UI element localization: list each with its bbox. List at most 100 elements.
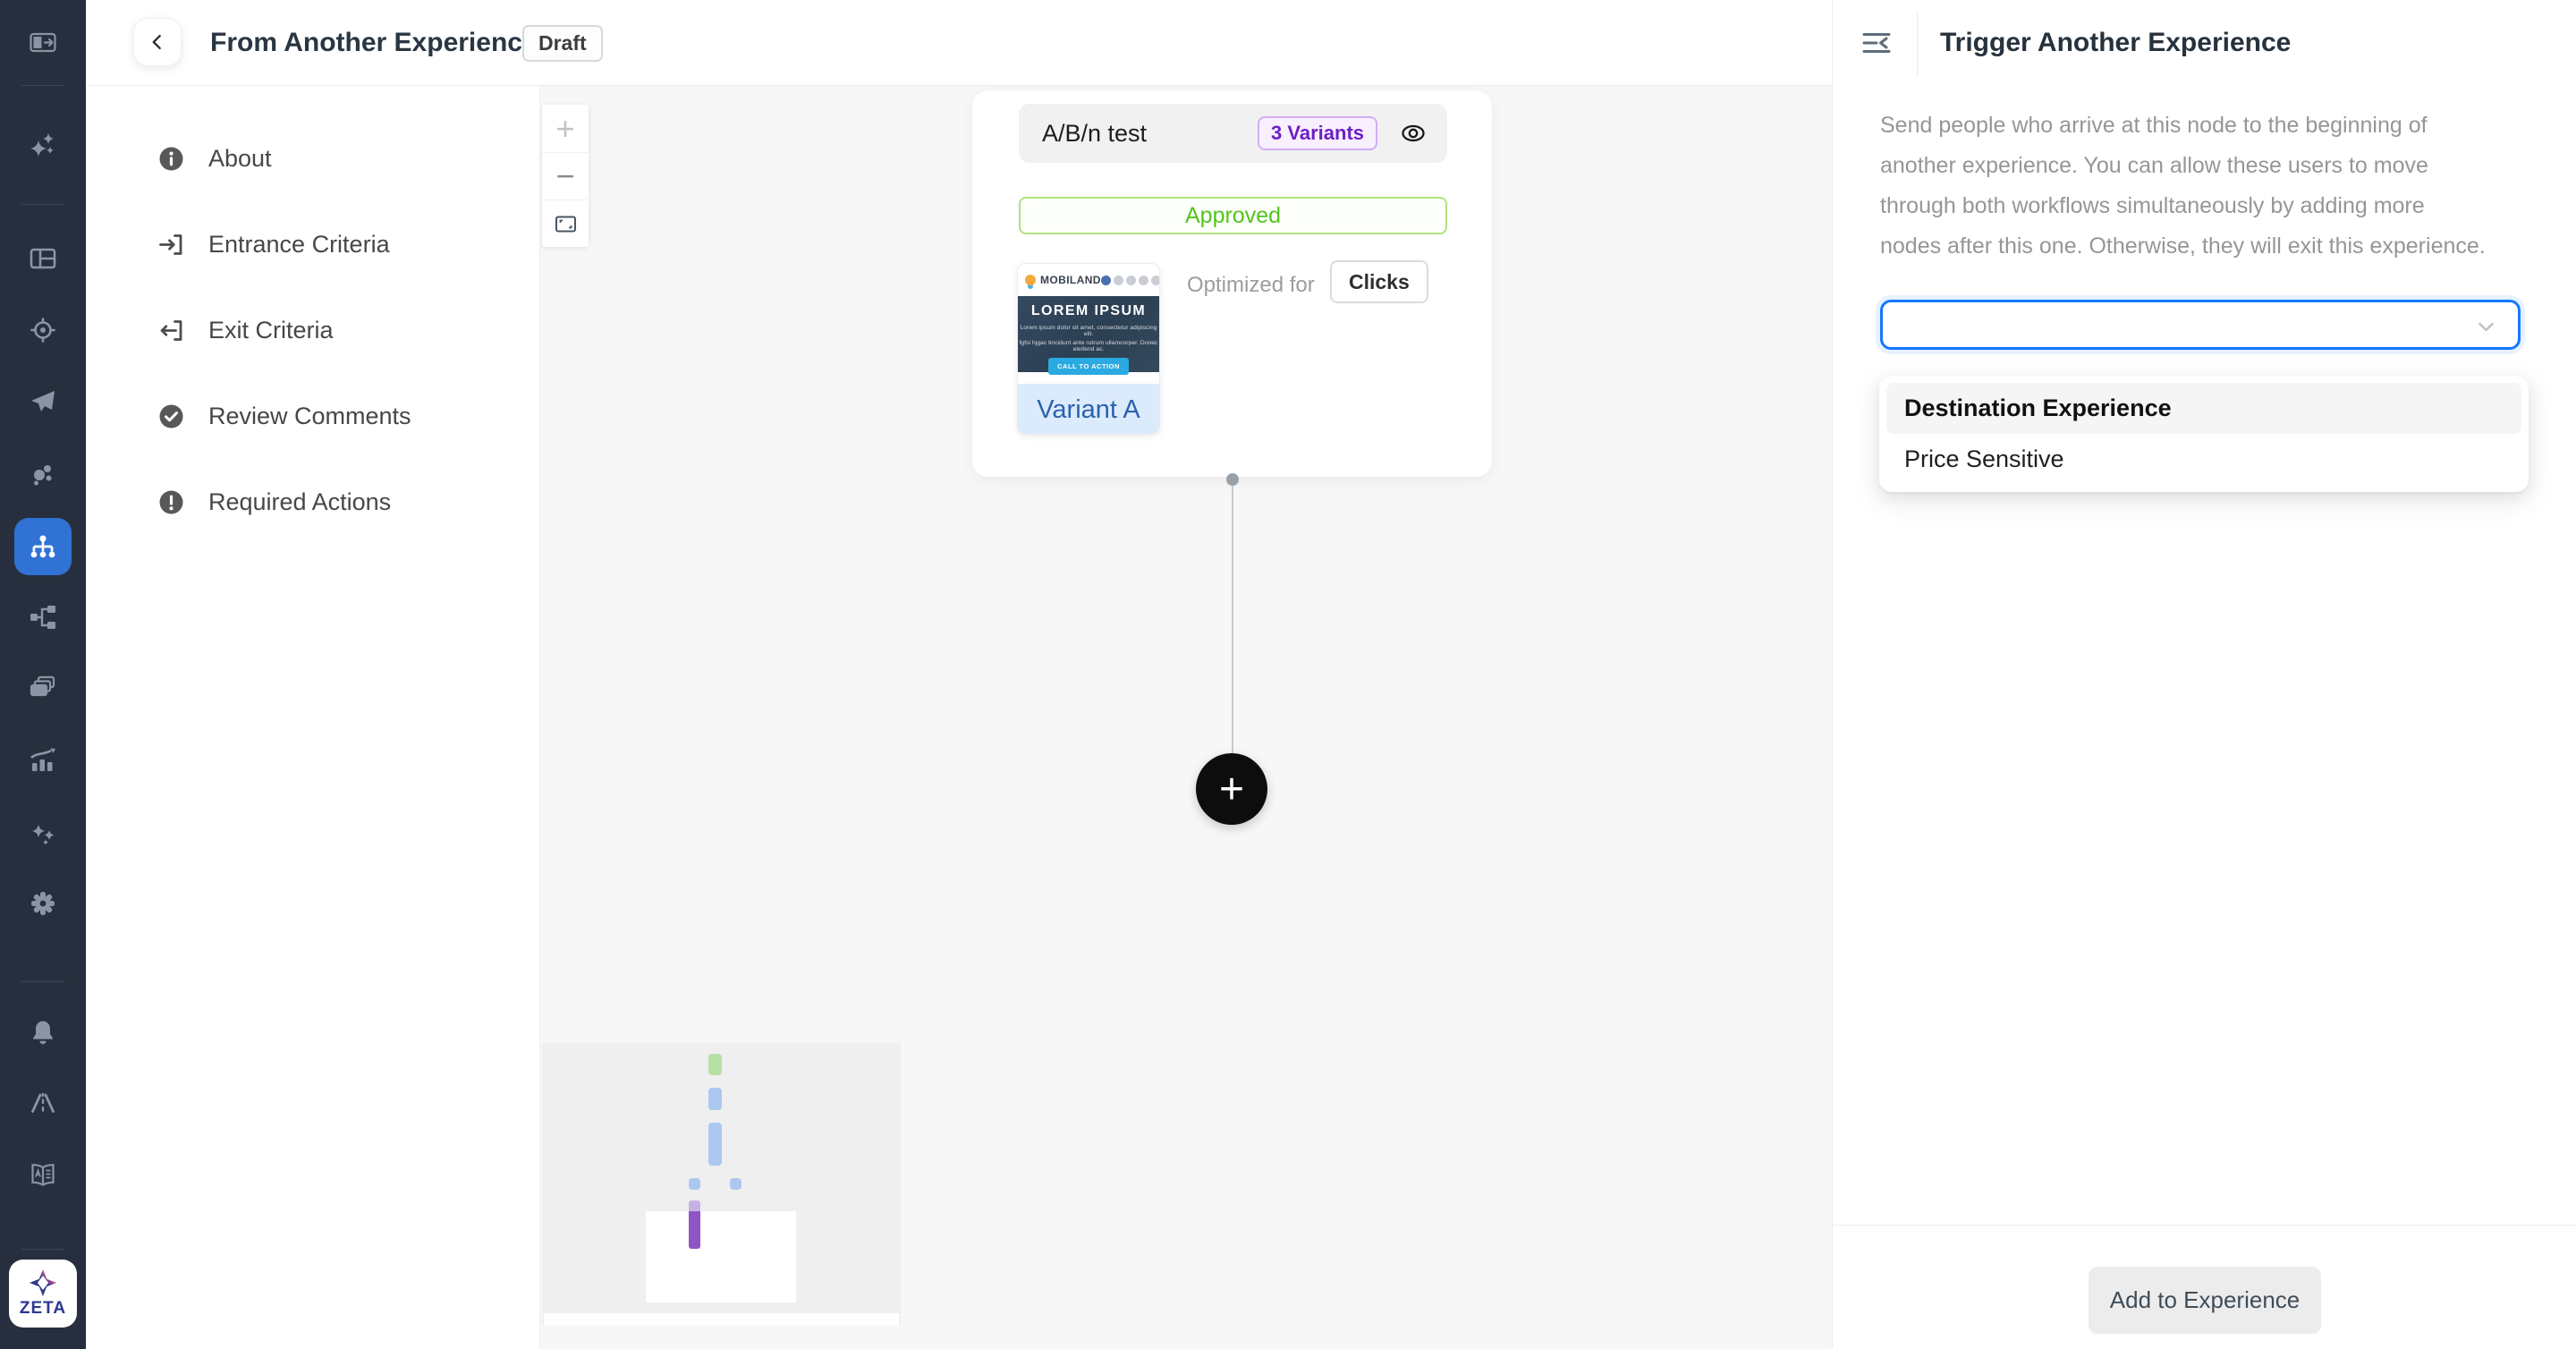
abn-test-node-card[interactable]: A/B/n test 3 Variants Approved MOBILAND <box>972 90 1492 477</box>
fit-view-button[interactable] <box>542 199 589 247</box>
growth-chart-icon[interactable] <box>28 745 58 776</box>
social-icons <box>1101 276 1160 285</box>
sidebar-item-experiences-active[interactable] <box>14 518 72 575</box>
docs-book-icon[interactable] <box>28 1159 58 1190</box>
sparkles-tools-icon[interactable] <box>28 818 58 848</box>
minimap-node-entrance <box>708 1054 722 1075</box>
optimized-for-label: Optimized for <box>1187 273 1315 298</box>
connector-handle[interactable] <box>1226 473 1239 486</box>
minimap-node <box>689 1178 700 1190</box>
dashboard-icon[interactable] <box>28 243 58 274</box>
facebook-icon <box>1101 276 1111 285</box>
footer-divider <box>1833 1225 2576 1226</box>
nav-item-exit-criteria[interactable]: Exit Criteria <box>86 301 539 359</box>
nav-item-label: Review Comments <box>208 403 411 430</box>
approved-status-button[interactable]: Approved <box>1019 197 1447 234</box>
x-icon <box>1114 276 1123 285</box>
nav-item-about[interactable]: About <box>86 130 539 187</box>
mobiland-logo-icon <box>1025 275 1036 285</box>
email-brand-name: MOBILAND <box>1040 274 1101 286</box>
experience-dropdown-menu: Destination Experience Price Sensitive <box>1879 376 2529 492</box>
email-body-line: Lorem ipsum dolor sit amet, consectetur … <box>1018 325 1159 337</box>
email-cta-button: CALL TO ACTION <box>1048 358 1129 375</box>
sidebar-divider <box>21 981 64 982</box>
zeta-logo[interactable]: ZETA <box>9 1260 77 1328</box>
email-header: MOBILAND <box>1018 264 1159 296</box>
nav-item-label: Required Actions <box>208 488 391 516</box>
optimized-for-value-button[interactable]: Clicks <box>1330 260 1428 303</box>
app-sidebar: ZETA <box>0 0 86 1349</box>
pinterest-icon <box>1139 276 1148 285</box>
zoom-in-button[interactable]: + <box>542 105 589 152</box>
sidebar-divider <box>21 204 64 205</box>
node-header: A/B/n test 3 Variants <box>1019 104 1447 163</box>
top-header: From Another Experience Draft <box>86 0 1832 86</box>
menu-fold-icon[interactable] <box>1860 26 1894 60</box>
entrance-arrow-icon <box>157 231 185 259</box>
split-flow-icon[interactable] <box>28 602 58 632</box>
nav-item-entrance-criteria[interactable]: Entrance Criteria <box>86 216 539 273</box>
check-circle-icon <box>157 403 185 430</box>
nav-item-label: Entrance Criteria <box>208 231 390 259</box>
nav-item-label: Exit Criteria <box>208 317 334 344</box>
fit-view-icon <box>554 212 578 236</box>
minimap-node <box>708 1123 722 1166</box>
status-badge: Draft <box>522 25 603 62</box>
option-destination-experience[interactable]: Destination Experience <box>1886 383 2521 434</box>
minimap-edge <box>544 1313 899 1325</box>
experience-nav-panel: About Entrance Criteria Exit Criteria Re… <box>86 86 540 1349</box>
email-hero: LOREM IPSUM Lorem ipsum dolor sit amet, … <box>1018 296 1159 372</box>
back-button[interactable] <box>133 18 182 66</box>
audience-cluster-icon[interactable] <box>28 458 58 488</box>
minimap-node <box>730 1178 741 1190</box>
googleplus-icon <box>1126 276 1136 285</box>
cards-stack-icon[interactable] <box>28 673 58 703</box>
canvas-minimap[interactable] <box>542 1043 901 1325</box>
experience-sitemap-icon <box>26 530 60 564</box>
add-node-button[interactable]: + <box>1196 753 1267 825</box>
panel-description: Send people who arrive at this node to t… <box>1880 106 2487 267</box>
eye-icon[interactable] <box>1399 119 1428 148</box>
exclamation-circle-icon <box>157 488 185 516</box>
road-icon[interactable] <box>28 1088 58 1118</box>
connector-line <box>1232 486 1233 753</box>
header-divider <box>1917 11 1918 75</box>
page-title: From Another Experience <box>210 0 538 86</box>
sidebar-divider <box>21 1249 64 1250</box>
sidebar-divider <box>21 85 64 86</box>
experience-select[interactable] <box>1880 300 2521 350</box>
sparkles-icon[interactable] <box>28 130 58 160</box>
variants-badge: 3 Variants <box>1258 116 1377 150</box>
trigger-experience-panel: Trigger Another Experience Send people w… <box>1832 0 2576 1349</box>
nav-item-review-comments[interactable]: Review Comments <box>86 387 539 445</box>
variant-a-email-preview[interactable]: MOBILAND LOREM IPSUM Lorem ipsum dolor s… <box>1017 263 1160 435</box>
node-title: A/B/n test <box>1042 120 1258 148</box>
target-icon[interactable] <box>28 315 58 345</box>
exit-arrow-icon <box>157 317 185 344</box>
journey-canvas[interactable]: + − A/B/n test 3 Variants Approved MOBIL… <box>540 86 1832 1349</box>
nav-item-required-actions[interactable]: Required Actions <box>86 473 539 530</box>
zoom-controls: + − <box>542 105 589 247</box>
email-heading: LOREM IPSUM <box>1018 303 1159 319</box>
email-brand: MOBILAND <box>1025 274 1101 286</box>
email-body-line: fgfsi hjgac tincidunt ante rutrum ullamc… <box>1018 340 1159 352</box>
nav-item-label: About <box>208 145 272 173</box>
zeta-logo-text: ZETA <box>20 1299 66 1319</box>
minimap-node <box>708 1088 722 1110</box>
zoom-out-button[interactable]: − <box>542 152 589 199</box>
panel-title: Trigger Another Experience <box>1940 0 2291 86</box>
add-to-experience-button[interactable]: Add to Experience <box>2089 1267 2321 1334</box>
instagram-icon <box>1151 276 1160 285</box>
settings-gear-icon[interactable] <box>28 888 58 919</box>
minimap-node-current <box>689 1211 700 1249</box>
option-price-sensitive[interactable]: Price Sensitive <box>1886 434 2521 485</box>
variant-label: Variant A <box>1018 384 1159 435</box>
zeta-diamond-icon <box>29 1268 57 1297</box>
minimap-viewport[interactable] <box>646 1211 796 1302</box>
chevron-left-icon <box>147 31 168 53</box>
notifications-bell-icon[interactable] <box>28 1017 58 1048</box>
minimap-node-current-top <box>689 1201 700 1211</box>
send-plane-icon[interactable] <box>28 386 58 417</box>
collapse-panel-icon[interactable] <box>28 27 58 57</box>
chevron-down-icon <box>2474 315 2498 339</box>
